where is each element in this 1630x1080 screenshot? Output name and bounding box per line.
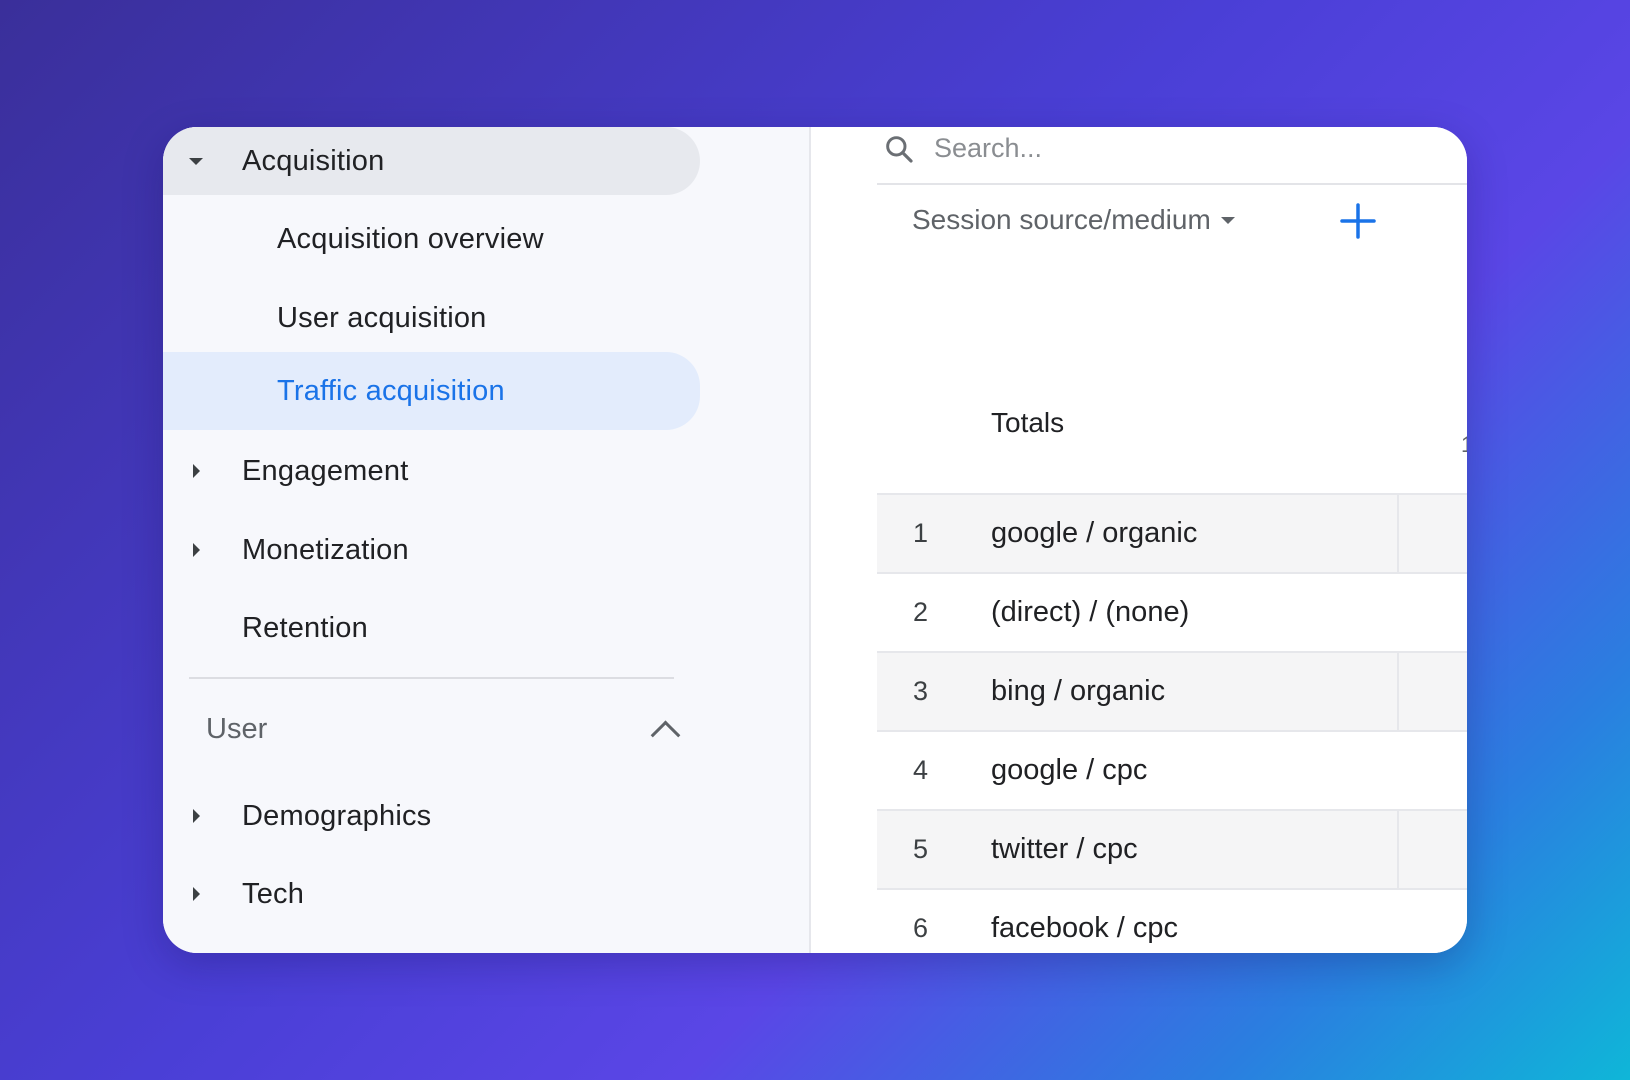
search-icon xyxy=(886,136,913,163)
row-source: (direct) / (none) xyxy=(991,596,1190,628)
sidebar-item-label: Engagement xyxy=(242,454,409,487)
sidebar-item-label: Monetization xyxy=(242,533,409,566)
totals-label: Totals xyxy=(991,407,1065,438)
sidebar-item-tech[interactable]: Tech xyxy=(163,860,700,928)
table-row[interactable]: 6 facebook / cpc xyxy=(877,890,1467,953)
sidebar-item-demographics[interactable]: Demographics xyxy=(163,782,700,850)
sidebar-item-label: User acquisition xyxy=(277,301,487,334)
row-index: 4 xyxy=(913,755,929,785)
sidebar-item-label: Traffic acquisition xyxy=(277,374,505,407)
caret-down-icon xyxy=(188,153,204,169)
row-index: 5 xyxy=(913,834,929,864)
dimension-label: Session source/medium xyxy=(912,204,1211,235)
plus-icon[interactable] xyxy=(1338,201,1378,241)
analytics-card: Acquisition Acquisition overview User ac… xyxy=(163,127,1467,953)
row-source: facebook / cpc xyxy=(991,912,1178,944)
row-index: 2 xyxy=(913,597,929,627)
table-row[interactable]: 1 google / organic xyxy=(877,495,1467,574)
section-title-label: User xyxy=(206,712,268,745)
sidebar-item-label: Acquisition overview xyxy=(277,222,544,255)
row-source: bing / organic xyxy=(991,675,1166,707)
report-panel: Search... Session source/medium Totals 1… xyxy=(811,127,1467,953)
chevron-up-icon[interactable] xyxy=(650,720,681,751)
totals-value-partial: 1 xyxy=(1461,432,1467,458)
table-row[interactable]: 2 (direct) / (none) xyxy=(877,574,1467,653)
table-row[interactable]: 5 twitter / cpc xyxy=(877,811,1467,890)
sidebar-item-label: Acquisition xyxy=(242,144,385,177)
row-index: 6 xyxy=(913,913,929,943)
column-divider xyxy=(1397,811,1399,888)
sidebar-nav: Acquisition Acquisition overview User ac… xyxy=(163,127,811,953)
row-source: google / cpc xyxy=(991,754,1148,786)
caret-right-icon xyxy=(188,886,204,902)
sidebar-item-traffic-acquisition[interactable]: Traffic acquisition xyxy=(163,352,700,430)
caret-right-icon xyxy=(188,463,204,479)
sidebar-item-acquisition-overview[interactable]: Acquisition overview xyxy=(163,205,700,273)
sidebar-item-label: Tech xyxy=(242,877,305,910)
table-row[interactable]: 3 bing / organic xyxy=(877,653,1467,732)
sidebar-item-monetization[interactable]: Monetization xyxy=(163,516,700,584)
sidebar-item-user-acquisition[interactable]: User acquisition xyxy=(163,284,700,352)
sidebar-section-user[interactable]: User xyxy=(206,679,681,779)
row-index: 1 xyxy=(913,518,929,548)
row-source: twitter / cpc xyxy=(991,833,1138,865)
sidebar-item-retention[interactable]: Retention xyxy=(163,594,700,662)
search-bar[interactable]: Search... xyxy=(877,127,1467,185)
sidebar-item-label: Retention xyxy=(242,611,368,644)
caret-down-icon xyxy=(1220,216,1235,224)
dimension-selector[interactable]: Session source/medium xyxy=(912,195,1235,245)
sidebar-item-label: Demographics xyxy=(242,799,432,832)
search-input[interactable]: Search... xyxy=(934,133,1042,164)
table-row[interactable]: 4 google / cpc xyxy=(877,732,1467,811)
data-table: 1 google / organic 2 (direct) / (none) 3… xyxy=(877,493,1467,953)
row-source: google / organic xyxy=(991,517,1198,549)
row-index: 3 xyxy=(913,676,929,706)
sidebar-item-acquisition[interactable]: Acquisition xyxy=(163,127,700,195)
caret-right-icon xyxy=(188,542,204,558)
column-divider xyxy=(1397,653,1399,730)
column-divider xyxy=(1397,495,1399,572)
sidebar-item-engagement[interactable]: Engagement xyxy=(163,437,700,505)
caret-right-icon xyxy=(188,808,204,824)
